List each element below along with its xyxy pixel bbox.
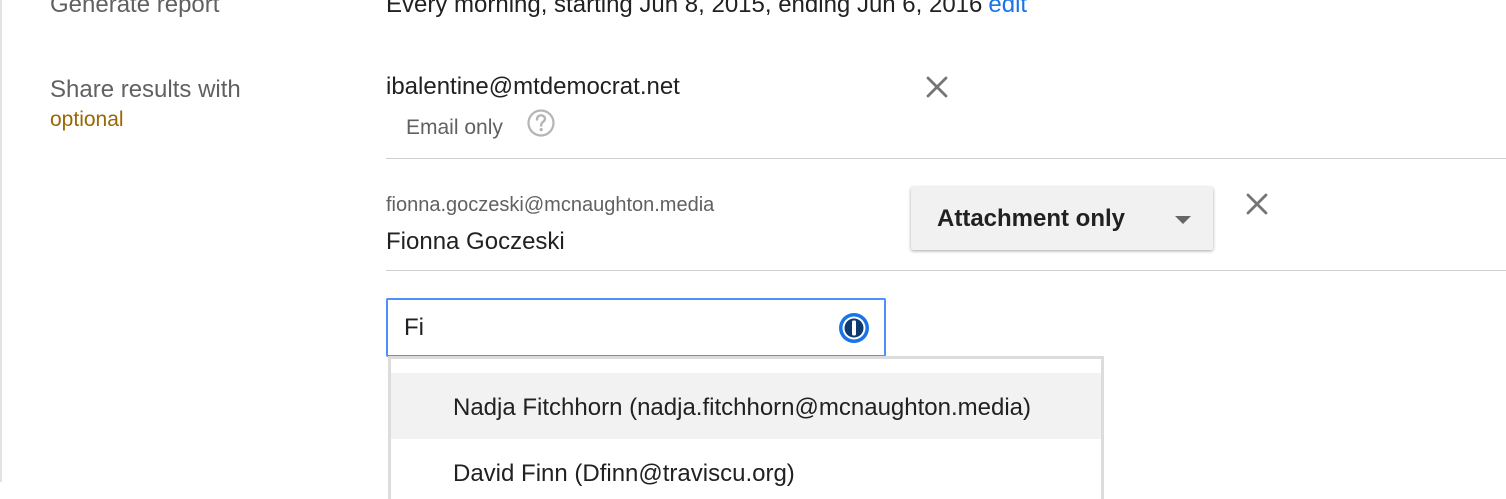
add-recipient-field[interactable] [386,298,886,357]
recipient-email: ibalentine@mtdemocrat.net [386,73,680,100]
remove-recipient-close-icon[interactable] [924,74,950,100]
optional-label: optional [50,108,124,131]
password-manager-icon[interactable] [838,312,870,344]
left-border [0,0,2,482]
share-results-label: Share results with [50,76,241,103]
recipient-email: fionna.goczeski@mcnaughton.media [386,194,715,216]
schedule-text: Every morning, starting Jun 8, 2015, end… [386,0,983,18]
recipient-delivery-mode: Email only [406,116,503,139]
generate-report-schedule: Every morning, starting Jun 8, 2015, end… [386,0,1027,19]
delivery-mode-dropdown[interactable]: Attachment only [911,187,1213,250]
delivery-mode-value: Attachment only [937,205,1126,232]
suggestion-item[interactable]: David Finn (Dfinn@traviscu.org) [391,439,1101,499]
add-recipient-input[interactable] [404,300,824,355]
question-circle-icon[interactable] [526,108,556,138]
generate-report-label: Generate report [50,0,220,18]
remove-recipient-close-icon[interactable] [1244,191,1270,217]
recipient-divider [386,270,1506,271]
suggestion-item[interactable]: Nadja Fitchhorn (nadja.fitchhorn@mcnaugh… [391,373,1101,439]
recipient-name: Fionna Goczeski [386,228,565,255]
suggestion-text: Nadja Fitchhorn (nadja.fitchhorn@mcnaugh… [453,394,1032,421]
suggestion-text: David Finn (Dfinn@traviscu.org) [453,460,795,487]
caret-down-icon [1175,216,1191,224]
autocomplete-dropdown: Nadja Fitchhorn (nadja.fitchhorn@mcnaugh… [388,356,1104,499]
recipient-divider [386,158,1506,159]
edit-schedule-link[interactable]: edit [988,0,1027,18]
